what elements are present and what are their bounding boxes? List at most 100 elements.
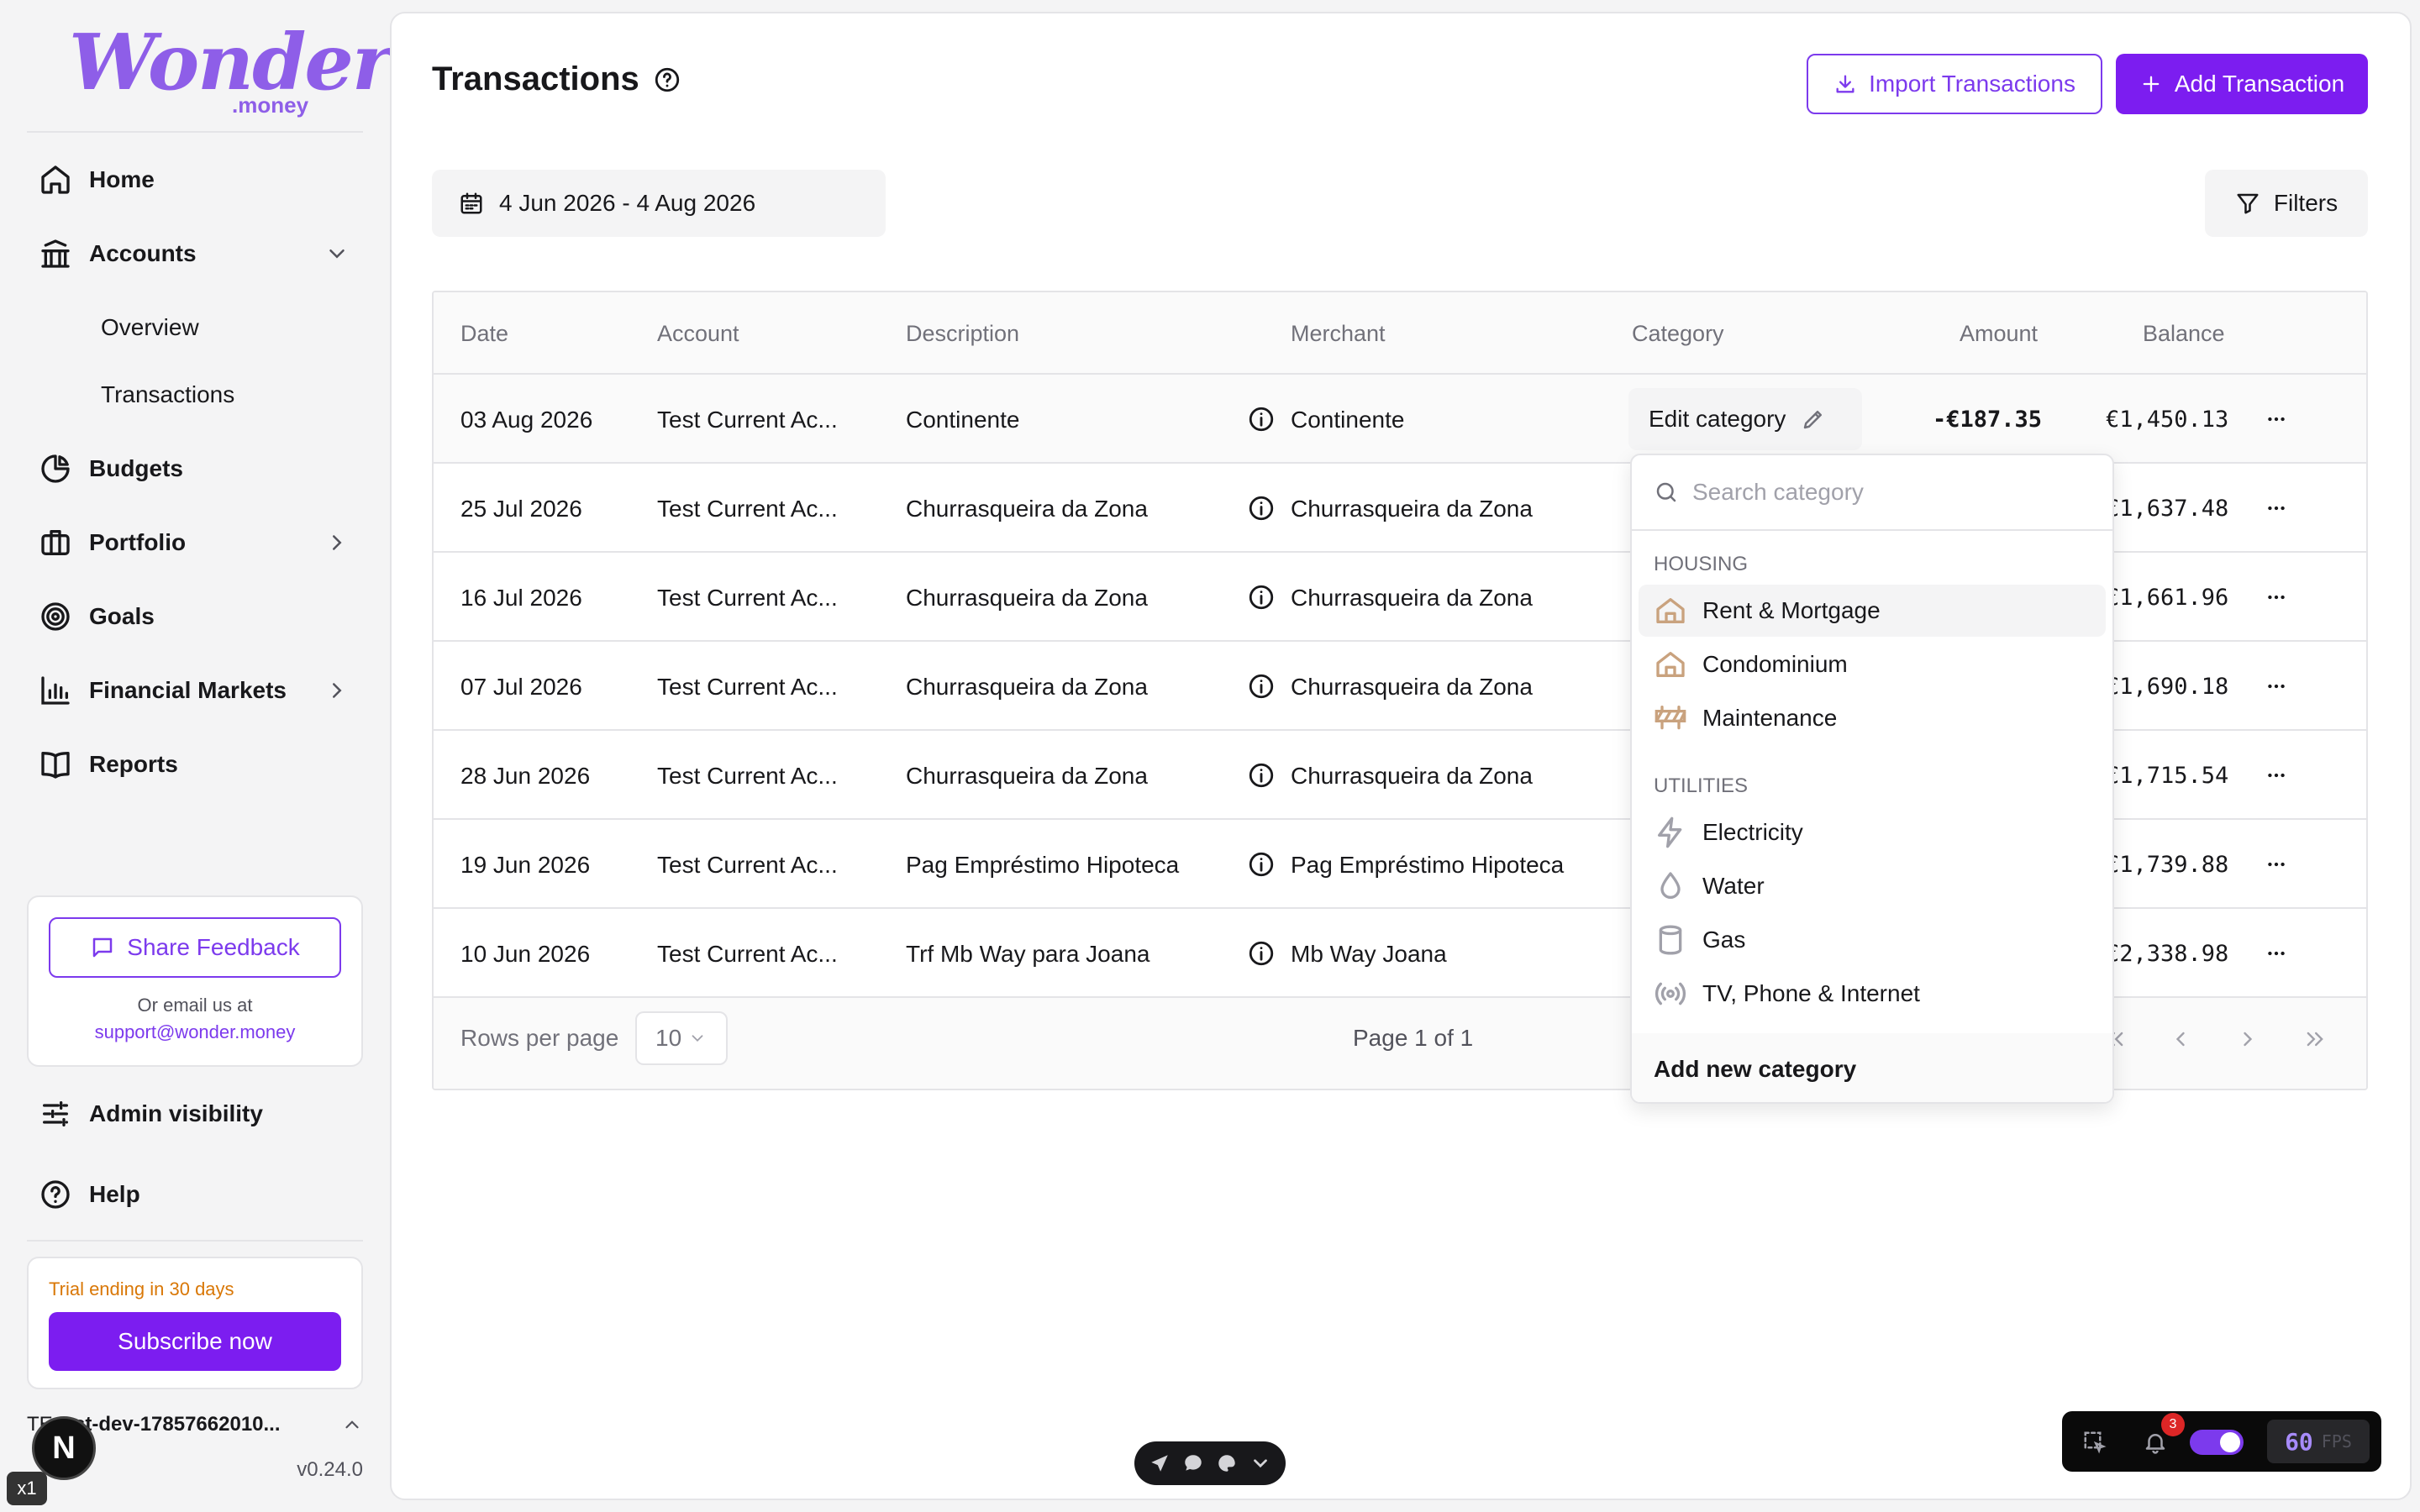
category-item-water[interactable]: Water <box>1639 860 2106 912</box>
wonder-logo[interactable]: Wonder .money <box>69 17 392 118</box>
chevron-right-icon[interactable] <box>324 530 350 555</box>
nextjs-dev-badge[interactable]: N <box>32 1416 96 1480</box>
overlay-toggle[interactable] <box>2190 1430 2244 1455</box>
sidebar-item-admin-visibility[interactable]: Admin visibility <box>39 1089 350 1139</box>
column-header-merchant[interactable]: Merchant <box>1291 321 1386 347</box>
column-header-amount[interactable]: Amount <box>1960 321 2038 347</box>
sidebar-item-accounts[interactable]: Accounts <box>39 228 350 279</box>
more-horizontal-icon[interactable] <box>2264 675 2289 697</box>
column-header-account[interactable]: Account <box>657 321 739 347</box>
chevron-down-icon[interactable] <box>324 241 350 266</box>
cell-balance: €1,661.96 <box>2106 585 2229 611</box>
cell-merchant: Churrasqueira da Zona <box>1291 496 1533 522</box>
cell-account: Test Current Ac... <box>657 674 838 700</box>
palette-icon[interactable] <box>1216 1452 1238 1474</box>
sidebar-item-home[interactable]: Home <box>39 155 350 205</box>
date-range-picker[interactable]: 4 Jun 2026 - 4 Aug 2026 <box>432 170 886 237</box>
cell-balance: €1,450.13 <box>2106 407 2229 433</box>
date-range-value: 4 Jun 2026 - 4 Aug 2026 <box>499 190 756 216</box>
fps-monitor-widget: 3 60 FPS <box>2062 1411 2381 1472</box>
edit-category-button[interactable]: Edit category <box>1628 388 1862 450</box>
category-search-input[interactable] <box>1692 479 2079 506</box>
feedback-or-text: Or email us at <box>137 995 253 1016</box>
import-label: Import Transactions <box>1869 71 2075 97</box>
sidebar-item-portfolio[interactable]: Portfolio <box>39 517 350 568</box>
more-horizontal-icon[interactable] <box>2264 853 2289 875</box>
dev-toolbar[interactable] <box>1134 1441 1286 1485</box>
search-icon <box>1656 482 1676 502</box>
cell-description: Churrasqueira da Zona <box>906 585 1148 611</box>
column-header-date[interactable]: Date <box>460 321 508 347</box>
category-item-label: Gas <box>1702 927 1746 953</box>
info-icon[interactable] <box>1247 494 1276 522</box>
sidebar-item-budgets[interactable]: Budgets <box>39 444 350 494</box>
next-page-button[interactable] <box>2222 1013 2274 1065</box>
info-icon[interactable] <box>1247 405 1276 433</box>
construction-barrier-icon <box>1655 706 1686 730</box>
chevrons-right-icon <box>2307 1032 2323 1047</box>
send-icon[interactable] <box>1149 1452 1171 1474</box>
filters-button[interactable]: Filters <box>2205 170 2368 237</box>
edit-category-label: Edit category <box>1649 406 1786 432</box>
category-item-maintenance[interactable]: Maintenance <box>1639 692 2106 744</box>
rows-per-page-select[interactable]: 10 <box>635 1011 728 1065</box>
chat-bubble-icon[interactable] <box>1182 1452 1204 1474</box>
sidebar-item-reports[interactable]: Reports <box>39 739 350 790</box>
subscribe-button[interactable]: Subscribe now <box>49 1312 341 1371</box>
info-icon[interactable] <box>1247 761 1276 790</box>
category-item-gas[interactable]: Gas <box>1639 914 2106 966</box>
add-transaction-button[interactable]: Add Transaction <box>2116 54 2368 114</box>
share-feedback-label: Share Feedback <box>127 934 300 960</box>
info-icon[interactable] <box>1247 850 1276 879</box>
column-header-balance[interactable]: Balance <box>2143 321 2225 347</box>
filters-label: Filters <box>2273 190 2338 216</box>
last-page-button[interactable] <box>2289 1013 2341 1065</box>
category-item-rent-mortgage[interactable]: Rent & Mortgage <box>1639 585 2106 637</box>
chevron-down-icon[interactable] <box>1249 1452 1271 1474</box>
add-new-category-button[interactable]: Add new category <box>1632 1033 2112 1102</box>
more-horizontal-icon[interactable] <box>2264 408 2289 430</box>
more-horizontal-icon[interactable] <box>2264 586 2289 608</box>
category-item-electricity[interactable]: Electricity <box>1639 806 2106 858</box>
briefcase-icon <box>41 530 70 555</box>
share-feedback-button[interactable]: Share Feedback <box>49 917 341 978</box>
sidebar-subitem-overview[interactable]: Overview <box>101 314 199 341</box>
notification-count-badge: 3 <box>2161 1413 2185 1436</box>
fps-readout: 60 FPS <box>2267 1420 2370 1463</box>
trial-status-text: Trial ending in 30 days <box>49 1278 234 1299</box>
info-icon[interactable] <box>1247 939 1276 968</box>
cell-description: Continente <box>906 407 1020 433</box>
category-item-tv-phone-internet[interactable]: TV, Phone & Internet <box>1639 968 2106 1020</box>
column-header-category[interactable]: Category <box>1632 321 1724 347</box>
help-circle-icon[interactable] <box>653 66 681 94</box>
support-email-link[interactable]: support@wonder.money <box>29 1021 361 1043</box>
chevron-up-icon <box>345 1420 359 1429</box>
sidebar-item-goals[interactable]: Goals <box>39 591 350 642</box>
selection-cursor-icon[interactable] <box>2082 1430 2107 1455</box>
table-row[interactable]: 03 Aug 2026 Test Current Ac... Continent… <box>434 375 2366 464</box>
more-horizontal-icon[interactable] <box>2264 942 2289 964</box>
sidebar-item-financial-markets[interactable]: Financial Markets <box>39 665 350 716</box>
sidebar-item-label: Help <box>89 1181 140 1207</box>
cell-description: Churrasqueira da Zona <box>906 496 1148 522</box>
import-transactions-button[interactable]: Import Transactions <box>1807 54 2102 114</box>
chevron-left-icon <box>2175 1032 2185 1047</box>
sidebar-item-help[interactable]: Help <box>39 1169 350 1220</box>
more-horizontal-icon[interactable] <box>2264 764 2289 786</box>
category-item-condominium[interactable]: Condominium <box>1639 638 2106 690</box>
feedback-card: Share Feedback Or email us at support@wo… <box>27 895 363 1067</box>
more-horizontal-icon[interactable] <box>2264 497 2289 519</box>
chevron-right-icon[interactable] <box>324 678 350 703</box>
bell-icon[interactable] <box>2143 1430 2168 1455</box>
column-header-description[interactable]: Description <box>906 321 1019 347</box>
cell-description: Churrasqueira da Zona <box>906 674 1148 700</box>
sidebar-subitem-transactions[interactable]: Transactions <box>101 381 234 408</box>
info-icon[interactable] <box>1247 583 1276 612</box>
chevron-down-icon <box>692 1035 703 1042</box>
info-icon[interactable] <box>1247 672 1276 701</box>
house-icon <box>1656 652 1685 677</box>
logo-wordmark: Wonder <box>69 17 392 108</box>
page-title-text: Transactions <box>432 60 639 97</box>
previous-page-button[interactable] <box>2154 1013 2207 1065</box>
sidebar-divider <box>27 1240 363 1242</box>
